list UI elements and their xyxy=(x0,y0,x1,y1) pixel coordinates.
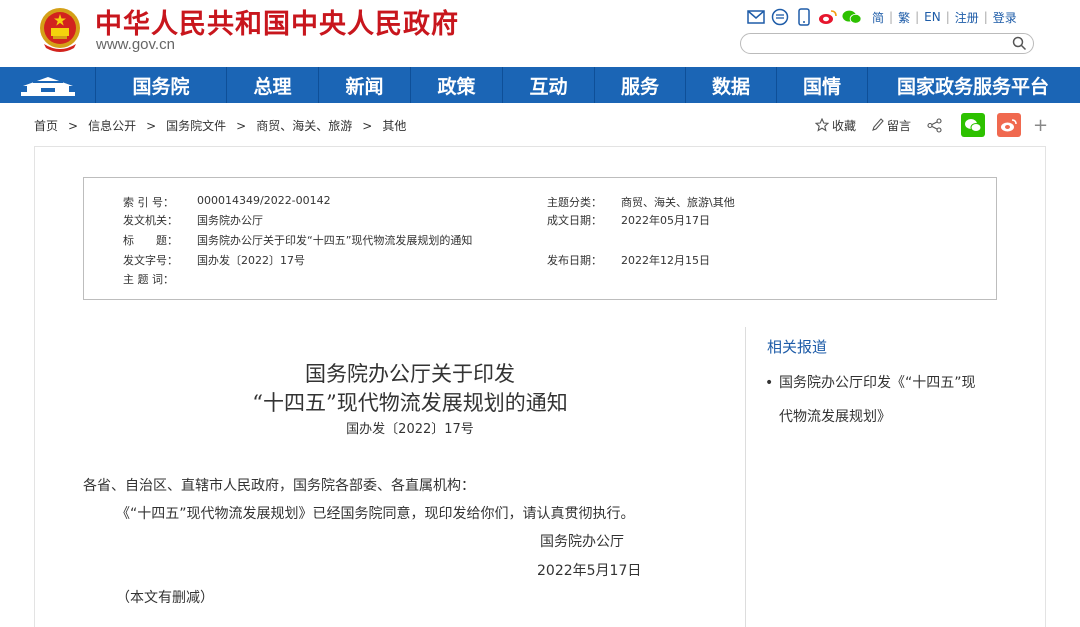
meta-docno: 发文字号： 国办发〔2022〕17号 xyxy=(123,254,305,267)
lang-english-link[interactable]: EN xyxy=(924,10,941,24)
favorite-label: 收藏 xyxy=(832,118,857,133)
article-title-line2: “十四五”现代物流发展规划的通知 xyxy=(252,391,568,415)
mobile-icon[interactable] xyxy=(794,7,814,27)
weibo-icon[interactable] xyxy=(818,7,838,27)
meta-published-date-value: 2022年12月15日 xyxy=(621,254,710,267)
meta-keywords: 主 题 词： xyxy=(123,273,174,286)
breadcrumb-trade-customs-tourism[interactable]: 商贸、海关、旅游 xyxy=(256,117,352,134)
meta-issuer: 发文机关： 国务院办公厅 xyxy=(123,214,263,227)
article-signature: 国务院办公厅 xyxy=(540,534,624,550)
star-icon xyxy=(815,118,829,132)
search-icon[interactable] xyxy=(1012,36,1027,51)
nav-item-policy[interactable]: 政策 xyxy=(411,67,503,103)
related-report-link[interactable]: • 国务院办公厅印发《“十四五”现代物流发展规划》 xyxy=(765,366,985,434)
meta-issuer-value: 国务院办公厅 xyxy=(197,214,263,227)
lang-traditional-link[interactable]: 繁 xyxy=(898,9,910,26)
meta-category-value: 商贸、海关、旅游\其他 xyxy=(621,196,735,209)
breadcrumb-separator-icon: > xyxy=(146,118,157,133)
nav-item-interaction[interactable]: 互动 xyxy=(503,67,595,103)
more-share-button[interactable]: + xyxy=(1033,115,1048,136)
article-paragraph: 《“十四五”现代物流发展规划》已经国务院同意，现印发给你们，请认真贯彻执行。 xyxy=(116,506,635,522)
lang-simplified-link[interactable]: 简 xyxy=(872,9,884,26)
national-emblem-icon[interactable] xyxy=(36,6,84,54)
document-metadata: 索 引 号： 000014349/2022-00142 发文机关： 国务院办公厅… xyxy=(83,177,997,300)
bullet-icon: • xyxy=(765,375,774,391)
meta-published-date: 发布日期： 2022年12月15日 xyxy=(547,254,710,267)
article-actions: 收藏 留言 + xyxy=(815,113,1048,137)
breadcrumb: 首页 > 信息公开 > 国务院文件 > 商贸、海关、旅游 > 其他 xyxy=(34,117,406,134)
language-links: 简 | 繁 | EN | 注册 | 登录 xyxy=(872,9,1017,26)
share-weibo-button[interactable] xyxy=(997,113,1022,137)
nav-item-gov-service-platform[interactable]: 国家政务服务平台 xyxy=(868,67,1078,103)
meta-title-value: 国务院办公厅关于印发“十四五”现代物流发展规划的通知 xyxy=(197,234,473,247)
meta-docno-value: 国办发〔2022〕17号 xyxy=(197,254,305,267)
column-divider xyxy=(745,327,746,627)
rss-icon[interactable] xyxy=(770,7,790,27)
meta-index-value: 000014349/2022-00142 xyxy=(197,194,331,207)
breadcrumb-home[interactable]: 首页 xyxy=(34,117,58,134)
share-button[interactable] xyxy=(927,117,945,133)
article-salutation: 各省、自治区、直辖市人民政府，国务院各部委、各直属机构： xyxy=(83,478,475,494)
wechat-icon xyxy=(965,118,982,132)
meta-index: 索 引 号： 000014349/2022-00142 xyxy=(123,194,331,209)
breadcrumb-state-council-docs[interactable]: 国务院文件 xyxy=(166,117,226,134)
nav-item-premier[interactable]: 总理 xyxy=(227,67,319,103)
register-link[interactable]: 注册 xyxy=(955,9,979,26)
pencil-icon xyxy=(872,118,884,131)
share-wechat-button[interactable] xyxy=(961,113,986,137)
site-header: 中华人民共和国中央人民政府 www.gov.cn 简 | 繁 | EN | 注册… xyxy=(0,0,1080,67)
weibo-icon xyxy=(1001,118,1017,131)
tiananmen-home-icon xyxy=(20,77,75,96)
meta-category: 主题分类： 商贸、海关、旅游\其他 xyxy=(547,196,735,209)
search-input[interactable] xyxy=(740,33,1034,54)
breadcrumb-separator-icon: > xyxy=(68,118,79,133)
share-icon xyxy=(927,117,942,133)
meta-written-date: 成文日期： 2022年05月17日 xyxy=(547,214,710,227)
mail-icon[interactable] xyxy=(746,7,766,27)
site-url[interactable]: www.gov.cn xyxy=(96,36,175,53)
nav-item-national-info[interactable]: 国情 xyxy=(777,67,868,103)
breadcrumb-separator-icon: > xyxy=(236,118,247,133)
wechat-icon[interactable] xyxy=(842,7,862,27)
article-title-line1: 国务院办公厅关于印发 xyxy=(305,362,515,386)
comment-label: 留言 xyxy=(887,118,912,133)
meta-title: 标 题： 国务院办公厅关于印发“十四五”现代物流发展规划的通知 xyxy=(123,234,473,247)
nav-item-state-council[interactable]: 国务院 xyxy=(96,67,227,103)
breadcrumb-separator-icon: > xyxy=(362,118,373,133)
breadcrumb-info-public[interactable]: 信息公开 xyxy=(88,117,136,134)
article-date: 2022年5月17日 xyxy=(537,563,642,579)
nav-item-data[interactable]: 数据 xyxy=(686,67,777,103)
meta-written-date-value: 2022年05月17日 xyxy=(621,214,710,227)
main-nav: 国务院 总理 新闻 政策 互动 服务 数据 国情 国家政务服务平台 xyxy=(0,67,1080,103)
nav-home[interactable] xyxy=(0,67,96,103)
breadcrumb-other[interactable]: 其他 xyxy=(382,117,406,134)
article-note: （本文有删减） xyxy=(116,590,214,606)
comment-button[interactable]: 留言 xyxy=(872,117,911,134)
nav-item-news[interactable]: 新闻 xyxy=(319,67,411,103)
login-link[interactable]: 登录 xyxy=(993,9,1017,26)
related-reports-title: 相关报道 xyxy=(767,338,828,356)
article-doc-number: 国办发〔2022〕17号 xyxy=(346,422,474,437)
top-tools: 简 | 繁 | EN | 注册 | 登录 xyxy=(746,6,1017,28)
favorite-button[interactable]: 收藏 xyxy=(815,117,856,134)
nav-item-services[interactable]: 服务 xyxy=(595,67,686,103)
